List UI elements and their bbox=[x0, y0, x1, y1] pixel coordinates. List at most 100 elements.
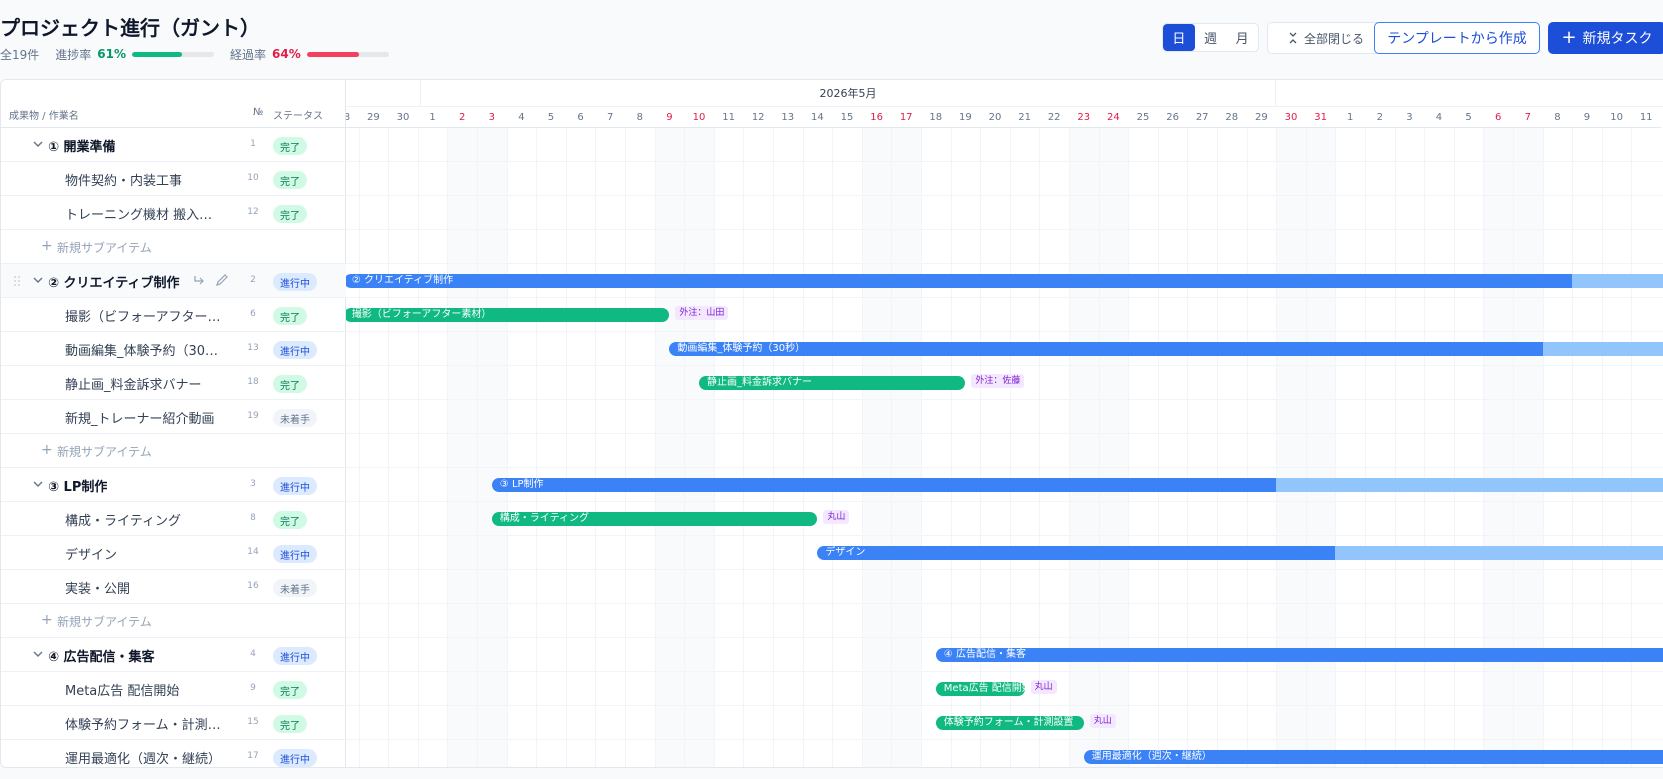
gantt-bar[interactable]: 体験予約フォーム・計測設置 bbox=[935, 716, 1084, 730]
task-name: 構成・ライティング bbox=[65, 514, 181, 529]
day-header: 8 bbox=[1542, 107, 1573, 128]
day-column bbox=[1631, 128, 1661, 767]
status-badge[interactable]: 進行中 bbox=[273, 477, 317, 495]
add-subitem-row[interactable]: + 新規サブアイテム bbox=[1, 434, 346, 468]
task-row[interactable]: 新規_トレーナー紹介動画 19 未着手 bbox=[1, 400, 346, 434]
gantt-bar[interactable]: 構成・ライティング bbox=[491, 512, 818, 526]
view-toggle: 日 週 月 bbox=[1162, 23, 1259, 52]
status-badge[interactable]: 完了 bbox=[273, 307, 307, 325]
row-gridline bbox=[346, 569, 1663, 570]
status-badge[interactable]: 完了 bbox=[273, 375, 307, 393]
status-badge[interactable]: 進行中 bbox=[273, 749, 317, 767]
from-template-button[interactable]: テンプレートから作成 bbox=[1374, 22, 1540, 54]
status-badge[interactable]: 進行中 bbox=[273, 341, 317, 359]
day-column bbox=[1098, 128, 1129, 767]
month-header-next bbox=[1276, 80, 1663, 107]
collapse-all-label: 全部閉じる bbox=[1303, 31, 1364, 46]
day-header: 28 bbox=[1217, 107, 1247, 128]
gantt-bar[interactable]: 撮影（ビフォーアフター素材） bbox=[343, 308, 670, 322]
status-badge[interactable]: 完了 bbox=[273, 511, 307, 529]
status-badge[interactable]: 進行中 bbox=[273, 273, 317, 291]
status-badge[interactable]: 完了 bbox=[273, 205, 307, 223]
status-badge[interactable]: 完了 bbox=[273, 715, 307, 733]
new-task-button[interactable]: + 新規タスク bbox=[1548, 22, 1663, 54]
chevron-down-icon[interactable] bbox=[31, 273, 45, 287]
progress-bar-fill bbox=[132, 51, 183, 57]
day-header: 29 bbox=[1246, 107, 1277, 128]
view-day-button[interactable]: 日 bbox=[1163, 24, 1195, 51]
gantt-bar-label: ④ 広告配信・集客 bbox=[943, 649, 1026, 660]
progress-label: 進捗率 bbox=[55, 47, 92, 62]
gantt-bar[interactable]: 運用最適化（週次・継続） bbox=[1083, 750, 1663, 764]
task-number: 17 bbox=[247, 751, 259, 761]
task-group-row[interactable]: ③ LP制作 3 進行中 bbox=[1, 468, 346, 502]
view-week-button[interactable]: 週 bbox=[1195, 24, 1227, 51]
gantt-bar-label: 体験予約フォーム・計測設置 bbox=[943, 717, 1074, 728]
gantt-bar[interactable]: 動画編集_体験予約（30秒） bbox=[669, 342, 1663, 356]
plus-icon: + bbox=[41, 442, 53, 458]
status-badge[interactable]: 進行中 bbox=[273, 647, 317, 665]
task-number: 1 bbox=[250, 139, 256, 149]
collapse-all-button[interactable]: 全部閉じる bbox=[1267, 22, 1385, 54]
view-month-button[interactable]: 月 bbox=[1226, 24, 1258, 51]
task-row[interactable]: 物件契約・内装工事 10 完了 bbox=[1, 162, 346, 196]
task-row[interactable]: 構成・ライティング 8 完了 bbox=[1, 502, 346, 536]
chevron-down-icon[interactable] bbox=[31, 477, 45, 491]
task-group-row[interactable]: ② クリエイティブ制作 2 進行中 bbox=[1, 264, 346, 298]
task-name: 新規_トレーナー紹介動画 bbox=[65, 412, 215, 427]
day-header: 15 bbox=[832, 107, 862, 128]
day-column bbox=[1305, 128, 1336, 767]
drag-handle-icon[interactable] bbox=[13, 275, 21, 287]
status-badge[interactable]: 未着手 bbox=[273, 579, 317, 597]
day-header: 11 bbox=[1631, 107, 1661, 128]
gantt-bar[interactable]: ③ LP制作 bbox=[491, 478, 1663, 492]
day-header: 16 bbox=[861, 107, 892, 128]
gantt-bar[interactable]: Meta広告 配信開始 bbox=[935, 682, 1025, 696]
day-header: 10 bbox=[1601, 107, 1632, 128]
edit-icons[interactable] bbox=[193, 274, 229, 288]
day-header: 5 bbox=[536, 107, 566, 128]
status-badge[interactable]: 完了 bbox=[273, 171, 307, 189]
day-column bbox=[832, 128, 862, 767]
task-number: 15 bbox=[247, 717, 259, 727]
task-row[interactable]: Meta広告 配信開始 9 完了 bbox=[1, 672, 346, 706]
task-row[interactable]: トレーニング機材 搬入・設置 12 完了 bbox=[1, 196, 346, 230]
task-row[interactable]: 実装・公開 16 未着手 bbox=[1, 570, 346, 604]
task-list-header: 成果物 / 作業名 № ステータス bbox=[1, 80, 346, 128]
day-header: 26 bbox=[1157, 107, 1188, 128]
gantt-bar[interactable]: ④ 広告配信・集客 bbox=[935, 648, 1663, 662]
task-row[interactable]: 動画編集_体験予約（30秒） 13 進行中 bbox=[1, 332, 346, 366]
gantt-bar[interactable]: ② クリエイティブ制作 bbox=[343, 274, 1663, 288]
task-number: 9 bbox=[250, 683, 256, 693]
task-number: 18 bbox=[247, 377, 259, 387]
gantt-bar[interactable]: デザイン bbox=[817, 546, 1663, 560]
gantt-bar-label: 動画編集_体験予約（30秒） bbox=[677, 343, 806, 354]
task-number: 12 bbox=[247, 207, 259, 217]
task-row[interactable]: 撮影（ビフォーアフター素材） 6 完了 bbox=[1, 298, 346, 332]
status-badge[interactable]: 完了 bbox=[273, 681, 307, 699]
chevron-down-icon[interactable] bbox=[31, 137, 45, 151]
month-header-prev bbox=[346, 80, 421, 107]
status-badge[interactable]: 完了 bbox=[273, 137, 307, 155]
task-row[interactable]: 静止画_料金訴求バナー 18 完了 bbox=[1, 366, 346, 400]
col-header-name: 成果物 / 作業名 bbox=[9, 111, 79, 122]
row-gridline bbox=[346, 195, 1663, 196]
status-badge[interactable]: 未着手 bbox=[273, 409, 317, 427]
add-subitem-row[interactable]: + 新規サブアイテム bbox=[1, 230, 346, 264]
gantt-bar[interactable]: 静止画_料金訴求バナー bbox=[699, 376, 966, 390]
task-group-row[interactable]: ① 開業準備 1 完了 bbox=[1, 128, 346, 162]
add-subitem-row[interactable]: + 新規サブアイテム bbox=[1, 604, 346, 638]
chevron-down-icon[interactable] bbox=[31, 647, 45, 661]
day-column bbox=[654, 128, 685, 767]
task-group-row[interactable]: ④ 広告配信・集客 4 進行中 bbox=[1, 638, 346, 672]
day-header: 30 bbox=[388, 107, 418, 128]
status-badge[interactable]: 進行中 bbox=[273, 545, 317, 563]
row-gridline bbox=[346, 739, 1663, 740]
task-name: デザイン bbox=[65, 548, 118, 563]
task-row[interactable]: 運用最適化（週次・継続） 17 進行中 bbox=[1, 740, 346, 767]
task-row[interactable]: 体験予約フォーム・計測設置 15 完了 bbox=[1, 706, 346, 740]
task-row[interactable]: デザイン 14 進行中 bbox=[1, 536, 346, 570]
assignee-tag: 丸山 bbox=[1089, 714, 1116, 728]
day-header: 3 bbox=[1394, 107, 1425, 128]
day-header: 20 bbox=[980, 107, 1010, 128]
